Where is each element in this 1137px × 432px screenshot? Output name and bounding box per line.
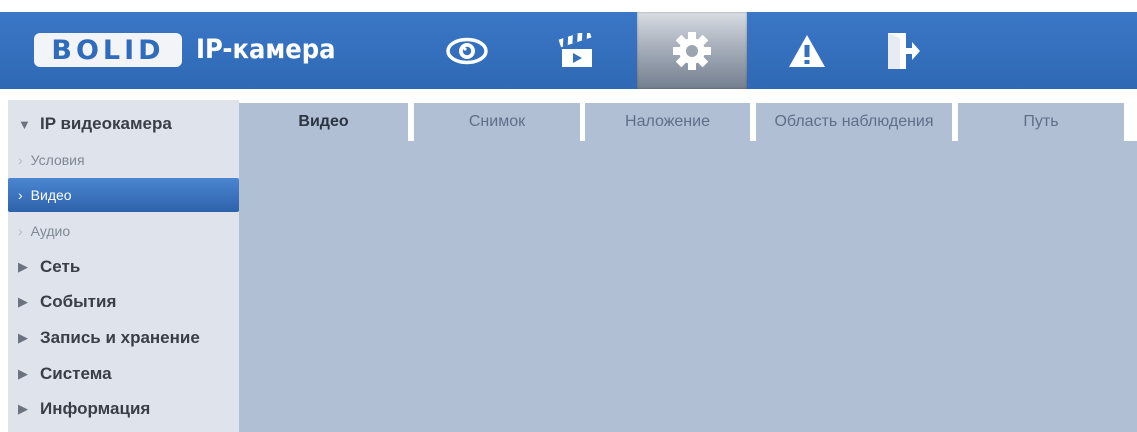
collapsed-arrow-icon: ▶ (18, 330, 28, 345)
warning-icon (789, 34, 825, 67)
content-panel: Видео Снимок Наложение Область наблюдени… (239, 100, 1137, 432)
sidebar-item-video[interactable]: › Видео (8, 178, 239, 212)
sidebar-item-ip-camera[interactable]: ▼ IP видеокамера (8, 107, 239, 141)
eye-icon (446, 37, 488, 64)
sidebar-item-audio[interactable]: › Аудио (8, 214, 239, 248)
nav-alarm-button[interactable] (752, 12, 862, 89)
tab-overlay[interactable]: Наложение (585, 103, 750, 141)
top-header: BOLID IP-камера (0, 12, 1137, 89)
chevron-right-icon: › (18, 187, 23, 203)
sidebar-item-recording-storage[interactable]: ▶ Запись и хранение (8, 321, 239, 355)
tab-path[interactable]: Путь (958, 103, 1124, 141)
clapperboard-icon (558, 32, 592, 67)
tab-snapshot[interactable]: Снимок (414, 103, 580, 141)
tab-observation-area[interactable]: Область наблюдения (756, 103, 952, 141)
tab-bar: Видео Снимок Наложение Область наблюдени… (239, 100, 1137, 141)
collapsed-arrow-icon: ▶ (18, 401, 28, 416)
sidebar-item-label: Информация (40, 399, 151, 418)
sidebar-item-network[interactable]: ▶ Сеть (8, 250, 239, 284)
nav-playback-button[interactable] (522, 12, 632, 89)
tab-video[interactable]: Видео (239, 103, 408, 141)
brand-logo: BOLID (34, 33, 182, 67)
gear-icon (673, 31, 711, 70)
expanded-arrow-icon: ▼ (18, 116, 31, 132)
nav-logout-button[interactable] (848, 12, 958, 89)
sidebar-menu: ▼ IP видеокамера › Условия › Видео › Ауд… (8, 100, 239, 432)
chevron-right-icon: › (18, 152, 23, 168)
sidebar-item-system[interactable]: ▶ Система (8, 357, 239, 391)
exit-icon (888, 32, 920, 69)
chevron-right-icon: › (18, 223, 23, 239)
sidebar-item-label: Условия (30, 152, 85, 168)
app-title: IP-камера (196, 34, 336, 65)
sidebar-item-label: Видео (30, 187, 72, 203)
collapsed-arrow-icon: ▶ (18, 366, 28, 381)
sidebar-item-label: IP видеокамера (40, 114, 172, 133)
brand-logo-text: BOLID (51, 34, 165, 66)
sidebar-item-label: События (40, 292, 117, 311)
sidebar-item-label: Аудио (30, 223, 71, 239)
collapsed-arrow-icon: ▶ (18, 259, 28, 274)
sidebar-item-conditions[interactable]: › Условия (8, 143, 239, 177)
sidebar-item-events[interactable]: ▶ События (8, 285, 239, 319)
collapsed-arrow-icon: ▶ (18, 294, 28, 309)
sidebar-item-label: Система (40, 364, 112, 383)
nav-live-button[interactable] (412, 12, 522, 89)
sidebar-item-label: Сеть (40, 257, 81, 276)
sidebar-item-information[interactable]: ▶ Информация (8, 392, 239, 426)
nav-settings-button[interactable] (637, 12, 747, 89)
sidebar-item-label: Запись и хранение (40, 328, 200, 347)
